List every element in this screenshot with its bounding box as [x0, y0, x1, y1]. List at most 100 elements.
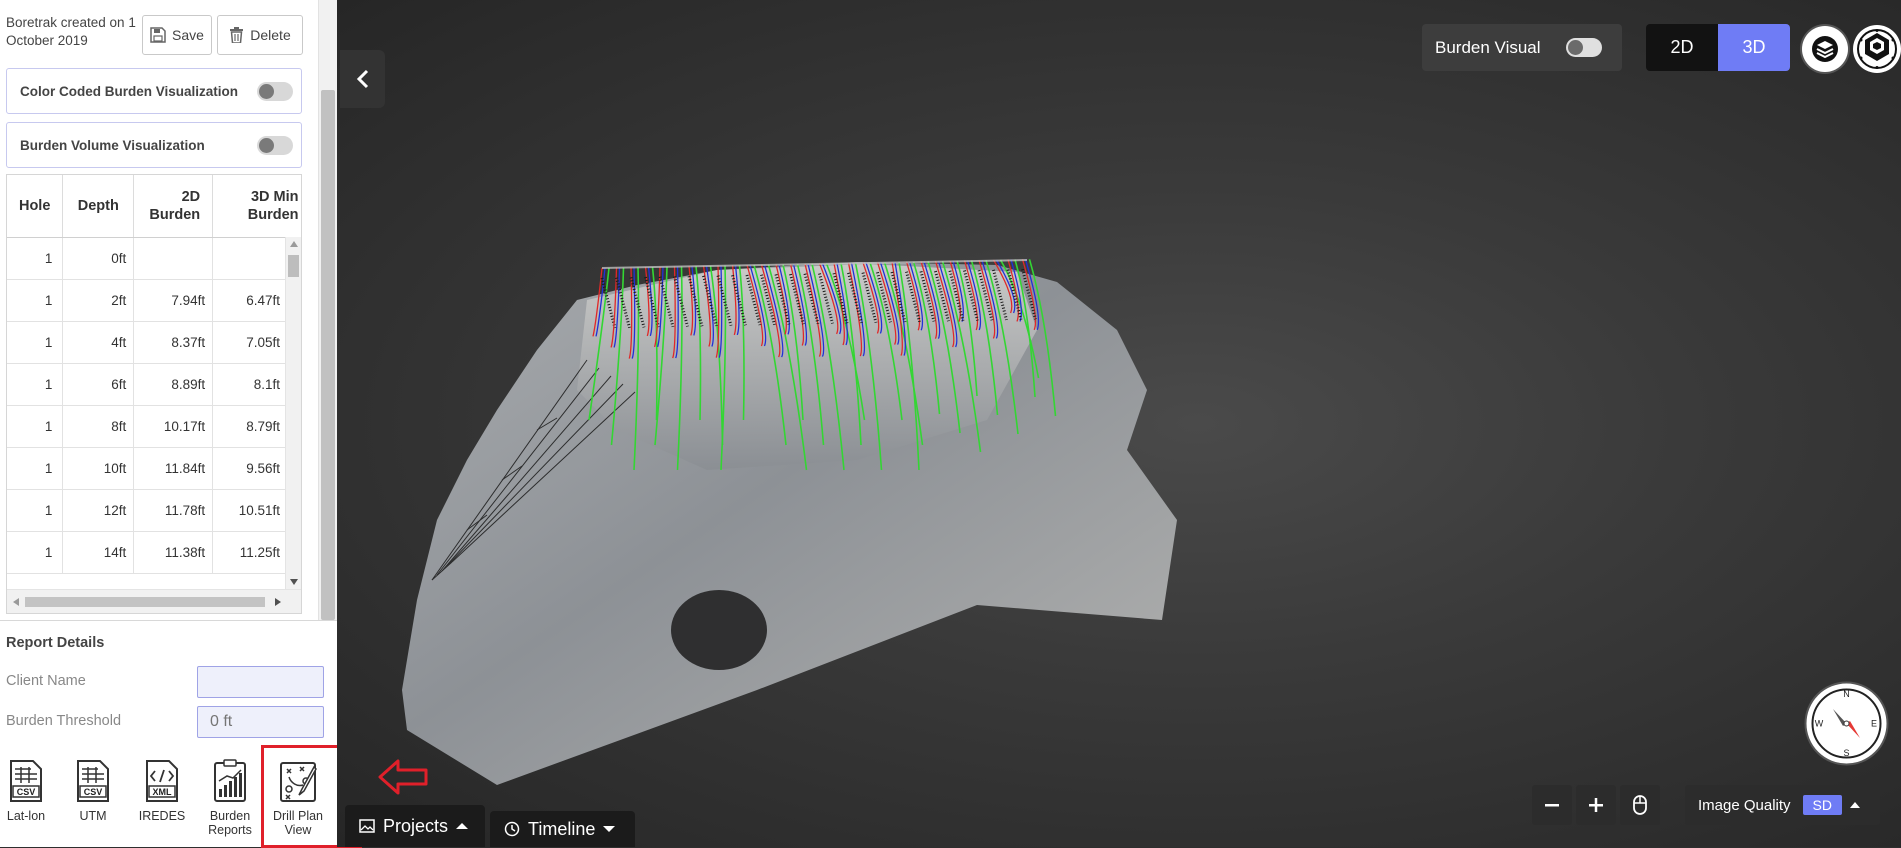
export-utm-csv-button[interactable]: CSV UTM	[61, 757, 125, 823]
compass[interactable]: N E S W	[1803, 680, 1890, 767]
scroll-up-arrow-icon[interactable]	[290, 241, 298, 247]
burden-visual-label: Burden Visual	[1435, 37, 1541, 57]
cell-2d-burden: 11.78ft	[133, 489, 214, 532]
view-3d-button[interactable]: 3D	[1718, 24, 1790, 71]
left-panel: Boretrak created on 1 October 2019 Save …	[0, 0, 362, 848]
caret-up-icon[interactable]	[1850, 801, 1860, 809]
cell-depth: 14ft	[62, 531, 135, 574]
header-depth: Depth	[62, 175, 135, 238]
delete-label: Delete	[250, 27, 291, 43]
cell-depth: 2ft	[62, 279, 135, 322]
table-row[interactable]: 1 14ft 11.38ft 11.25ft	[7, 531, 301, 574]
burden-threshold-input[interactable]	[197, 706, 324, 738]
trash-icon	[230, 27, 244, 43]
caret-down-icon	[603, 826, 616, 832]
cell-depth: 0ft	[62, 237, 135, 280]
cell-depth: 10ft	[62, 447, 135, 490]
table-row[interactable]: 1 4ft 8.37ft 7.05ft	[7, 321, 301, 364]
burden-volume-toggle-row: Burden Volume Visualization	[6, 122, 302, 168]
report-details-section: Report Details Client Name Burden Thresh…	[0, 620, 362, 848]
chevron-left-icon	[356, 69, 368, 89]
save-button[interactable]: Save	[142, 15, 212, 55]
zoom-controls	[1532, 785, 1660, 825]
projects-tab[interactable]: Projects	[345, 805, 485, 847]
client-name-input[interactable]	[197, 666, 324, 698]
cell-2d-burden: 8.89ft	[133, 363, 214, 406]
panel-scrollbar[interactable]	[318, 0, 337, 620]
switch-knob	[1568, 40, 1583, 55]
view-2d-button[interactable]: 2D	[1646, 24, 1718, 71]
csv-file-icon: CSV	[77, 760, 109, 802]
image-quality-control[interactable]: Image Quality SD	[1685, 785, 1880, 825]
burden-reports-button[interactable]: Burden Reports	[198, 757, 262, 837]
projects-label: Projects	[383, 815, 449, 836]
table-row[interactable]: 1 8ft 10.17ft 8.79ft	[7, 405, 301, 448]
red-arrow-annotation-icon	[378, 759, 428, 795]
cell-2d-burden: 11.38ft	[133, 531, 214, 574]
cell-2d-burden	[133, 237, 214, 280]
compass-icon: N E S W	[1804, 681, 1889, 766]
color-coded-burden-switch[interactable]	[257, 82, 293, 101]
table-vscroll-thumb[interactable]	[288, 255, 299, 277]
layers-button[interactable]	[1802, 26, 1848, 72]
burden-volume-label: Burden Volume Visualization	[20, 137, 205, 153]
table-row[interactable]: 1 10ft 11.84ft 9.56ft	[7, 447, 301, 490]
minus-icon	[1545, 804, 1559, 807]
table-row[interactable]: 1 2ft 7.94ft 6.47ft	[7, 279, 301, 322]
cell-hole: 1	[7, 321, 64, 364]
switch-knob	[259, 84, 274, 99]
3d-viewport[interactable]: Burden Visual 2D 3D N E S W Image Qualit…	[337, 0, 1901, 847]
export-iredes-label: IREDES	[138, 809, 186, 823]
compass-s: S	[1843, 748, 1849, 758]
delete-button[interactable]: Delete	[217, 15, 303, 55]
plus-icon	[1589, 798, 1603, 812]
compass-e: E	[1871, 719, 1877, 729]
export-latlon-csv-button[interactable]: CSV Lat-lon	[0, 757, 58, 823]
cell-hole: 1	[7, 447, 64, 490]
table-row[interactable]: 1 12ft 11.78ft 10.51ft	[7, 489, 301, 532]
cell-2d-burden: 7.94ft	[133, 279, 214, 322]
export-utm-label: UTM	[79, 809, 107, 823]
report-details-title: Report Details	[6, 635, 105, 651]
image-icon	[359, 819, 375, 833]
table-header-row: Hole Depth 2D Burden 3D Min Burden	[7, 175, 301, 238]
cell-hole: 1	[7, 279, 64, 322]
table-hscroll-thumb[interactable]	[25, 597, 265, 607]
xml-badge: XML	[153, 787, 173, 797]
color-coded-burden-toggle-row: Color Coded Burden Visualization	[6, 68, 302, 114]
collapse-panel-button[interactable]	[340, 50, 385, 108]
scroll-down-arrow-icon[interactable]	[290, 579, 298, 585]
csv-badge: CSV	[84, 787, 103, 797]
header-3d-min-burden: 3D Min Burden	[212, 175, 301, 238]
csv-badge: CSV	[17, 787, 36, 797]
burden-visual-switch[interactable]	[1566, 38, 1602, 57]
export-iredes-xml-button[interactable]: XML IREDES	[130, 757, 194, 823]
burden-volume-switch[interactable]	[257, 136, 293, 155]
table-row[interactable]: 1 6ft 8.89ft 8.1ft	[7, 363, 301, 406]
zoom-out-button[interactable]	[1532, 785, 1572, 825]
header-hole: Hole	[7, 175, 64, 238]
cell-depth: 4ft	[62, 321, 135, 364]
timeline-tab[interactable]: Timeline	[490, 811, 635, 847]
image-quality-label: Image Quality	[1698, 796, 1791, 814]
mouse-controls-button[interactable]	[1620, 785, 1660, 825]
switch-knob	[259, 138, 274, 153]
scroll-left-arrow-icon[interactable]	[13, 598, 19, 606]
csv-file-icon: CSV	[10, 760, 42, 802]
table-vertical-scrollbar[interactable]	[285, 237, 301, 589]
cell-depth: 8ft	[62, 405, 135, 448]
color-coded-burden-label: Color Coded Burden Visualization	[20, 83, 239, 99]
cell-2d-burden: 10.17ft	[133, 405, 214, 448]
table-row[interactable]: 1 0ft	[7, 237, 301, 280]
logo-icon	[1857, 29, 1897, 69]
crater	[671, 590, 767, 670]
zoom-in-button[interactable]	[1576, 785, 1616, 825]
table-horizontal-scrollbar[interactable]	[7, 589, 301, 613]
image-quality-value[interactable]: SD	[1802, 795, 1842, 815]
scroll-right-arrow-icon[interactable]	[275, 598, 281, 606]
panel-scrollbar-thumb[interactable]	[321, 90, 335, 620]
blast-site-3d-model[interactable]	[337, 0, 1901, 847]
cell-hole: 1	[7, 489, 64, 532]
cell-depth: 12ft	[62, 489, 135, 532]
compass-n: N	[1843, 689, 1850, 699]
